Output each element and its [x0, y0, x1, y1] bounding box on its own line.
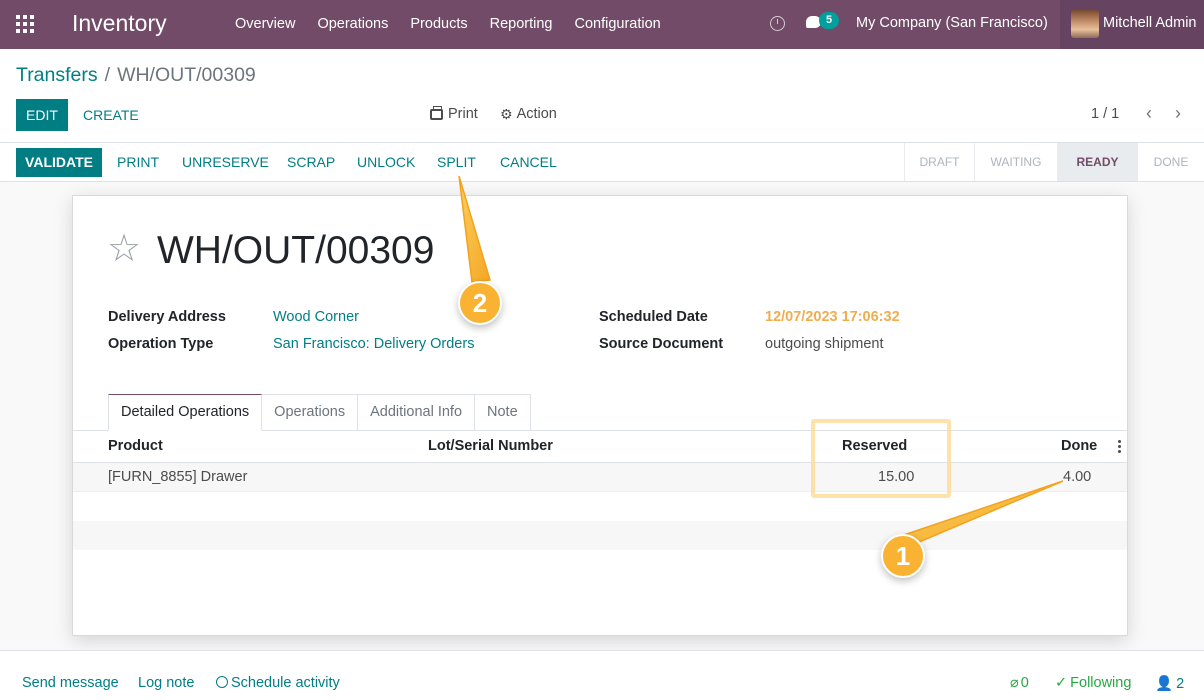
source-document-value: outgoing shipment	[765, 336, 884, 352]
attachments-count: 0	[1020, 675, 1029, 691]
callout-2-badge: 2	[458, 281, 502, 325]
edit-button[interactable]: EDIT	[16, 99, 68, 131]
tab-detailed-operations[interactable]: Detailed Operations	[108, 394, 263, 431]
operation-type-label: Operation Type	[108, 336, 214, 352]
callout-1-badge: 1	[881, 534, 925, 578]
validate-button[interactable]: VALIDATE	[16, 148, 102, 177]
schedule-activity-button[interactable]: Schedule activity	[216, 675, 340, 691]
gear-icon: ⚙	[500, 106, 513, 122]
operation-type-value[interactable]: San Francisco: Delivery Orders	[273, 336, 474, 352]
attachments-button[interactable]: ⌀ 0	[1010, 675, 1029, 691]
tab-note[interactable]: Note	[475, 394, 531, 431]
stage-waiting[interactable]: WAITING	[974, 143, 1057, 181]
breadcrumb: Transfers / WH/OUT/00309	[16, 64, 256, 87]
main-menu: Overview Operations Products Reporting C…	[224, 0, 672, 49]
user-name: Mitchell Admin	[1103, 15, 1197, 31]
chatter-bar: Send message Log note Schedule activity …	[0, 650, 1204, 700]
delivery-address-value[interactable]: Wood Corner	[273, 309, 359, 325]
breadcrumb-current: WH/OUT/00309	[117, 64, 256, 86]
record-title: WH/OUT/00309	[157, 229, 435, 272]
action-dropdown[interactable]: ⚙ Action	[500, 106, 557, 122]
table-row[interactable]: [FURN_8855] Drawer 15.00 4.00	[73, 463, 1127, 492]
person-icon: 👤	[1155, 676, 1174, 692]
company-switcher[interactable]: My Company (San Francisco)	[856, 15, 1048, 31]
followers-button[interactable]: 👤 2	[1155, 675, 1184, 692]
breadcrumb-transfers-link[interactable]: Transfers	[16, 64, 98, 86]
print-button[interactable]: PRINT	[117, 154, 159, 170]
following-button[interactable]: ✓ Following	[1055, 675, 1131, 691]
notebook-tabs: Detailed Operations Operations Additiona…	[108, 394, 531, 431]
paperclip-icon: ⌀	[1010, 675, 1019, 691]
stage-done[interactable]: DONE	[1137, 143, 1204, 181]
printer-icon	[430, 105, 443, 120]
column-lot-serial[interactable]: Lot/Serial Number	[428, 438, 553, 454]
table-empty-row	[73, 521, 1127, 550]
stage-pipeline: DRAFT WAITING READY DONE	[904, 143, 1204, 181]
log-note-button[interactable]: Log note	[138, 675, 194, 691]
chevron-left-icon[interactable]: ‹	[1146, 103, 1152, 124]
menu-item-configuration[interactable]: Configuration	[563, 0, 671, 49]
column-product[interactable]: Product	[108, 438, 163, 454]
tab-operations[interactable]: Operations	[262, 394, 359, 431]
following-label: Following	[1070, 675, 1132, 691]
row-product: [FURN_8855] Drawer	[108, 469, 248, 485]
user-menu[interactable]: Mitchell Admin	[1060, 0, 1204, 49]
table-header: Product Lot/Serial Number Reserved Done	[73, 431, 1127, 463]
menu-item-operations[interactable]: Operations	[306, 0, 399, 49]
print-dropdown[interactable]: Print	[430, 105, 478, 122]
source-document-label: Source Document	[599, 336, 724, 352]
action-label: Action	[516, 106, 557, 122]
pager-value[interactable]: 1 / 1	[1091, 106, 1119, 122]
app-title[interactable]: Inventory	[72, 10, 167, 37]
control-panel: Transfers / WH/OUT/00309 EDIT CREATE Print…	[0, 49, 1204, 143]
create-button[interactable]: CREATE	[83, 107, 139, 123]
breadcrumb-separator: /	[104, 64, 111, 86]
reserved-highlight-box	[811, 419, 951, 498]
apps-menu-icon[interactable]	[16, 15, 34, 33]
scrap-button[interactable]: SCRAP	[287, 154, 335, 170]
menu-item-overview[interactable]: Overview	[224, 0, 306, 49]
split-button[interactable]: SPLIT	[437, 154, 476, 170]
unreserve-button[interactable]: UNRESERVE	[182, 154, 269, 170]
messages-count-badge: 5	[819, 12, 839, 29]
clock-icon	[216, 676, 228, 688]
star-icon[interactable]: ☆	[107, 229, 141, 269]
cancel-button[interactable]: CANCEL	[500, 154, 557, 170]
activities-clock-icon[interactable]	[770, 16, 785, 31]
optional-columns-kebab-icon[interactable]	[1118, 440, 1121, 454]
row-done[interactable]: 4.00	[1063, 469, 1091, 485]
menu-item-reporting[interactable]: Reporting	[479, 0, 564, 49]
form-sheet: ☆ WH/OUT/00309 Delivery Address Wood Cor…	[72, 195, 1128, 636]
stage-ready[interactable]: READY	[1057, 143, 1137, 181]
tab-additional-info[interactable]: Additional Info	[358, 394, 476, 431]
avatar	[1071, 10, 1099, 38]
column-done[interactable]: Done	[1061, 438, 1097, 454]
scheduled-date-label: Scheduled Date	[599, 309, 708, 325]
check-icon: ✓	[1055, 675, 1068, 691]
delivery-address-label: Delivery Address	[108, 309, 226, 325]
status-bar: VALIDATE PRINT UNRESERVE SCRAP UNLOCK SP…	[0, 143, 1204, 182]
scheduled-date-value: 12/07/2023 17:06:32	[765, 309, 900, 325]
followers-count: 2	[1176, 676, 1185, 692]
chevron-right-icon[interactable]: ›	[1175, 103, 1181, 124]
print-label: Print	[448, 106, 478, 122]
menu-item-products[interactable]: Products	[399, 0, 478, 49]
stage-draft[interactable]: DRAFT	[904, 143, 974, 181]
unlock-button[interactable]: UNLOCK	[357, 154, 415, 170]
send-message-button[interactable]: Send message	[22, 675, 119, 691]
schedule-activity-label: Schedule activity	[231, 675, 340, 691]
top-navbar: Inventory Overview Operations Products R…	[0, 0, 1204, 49]
